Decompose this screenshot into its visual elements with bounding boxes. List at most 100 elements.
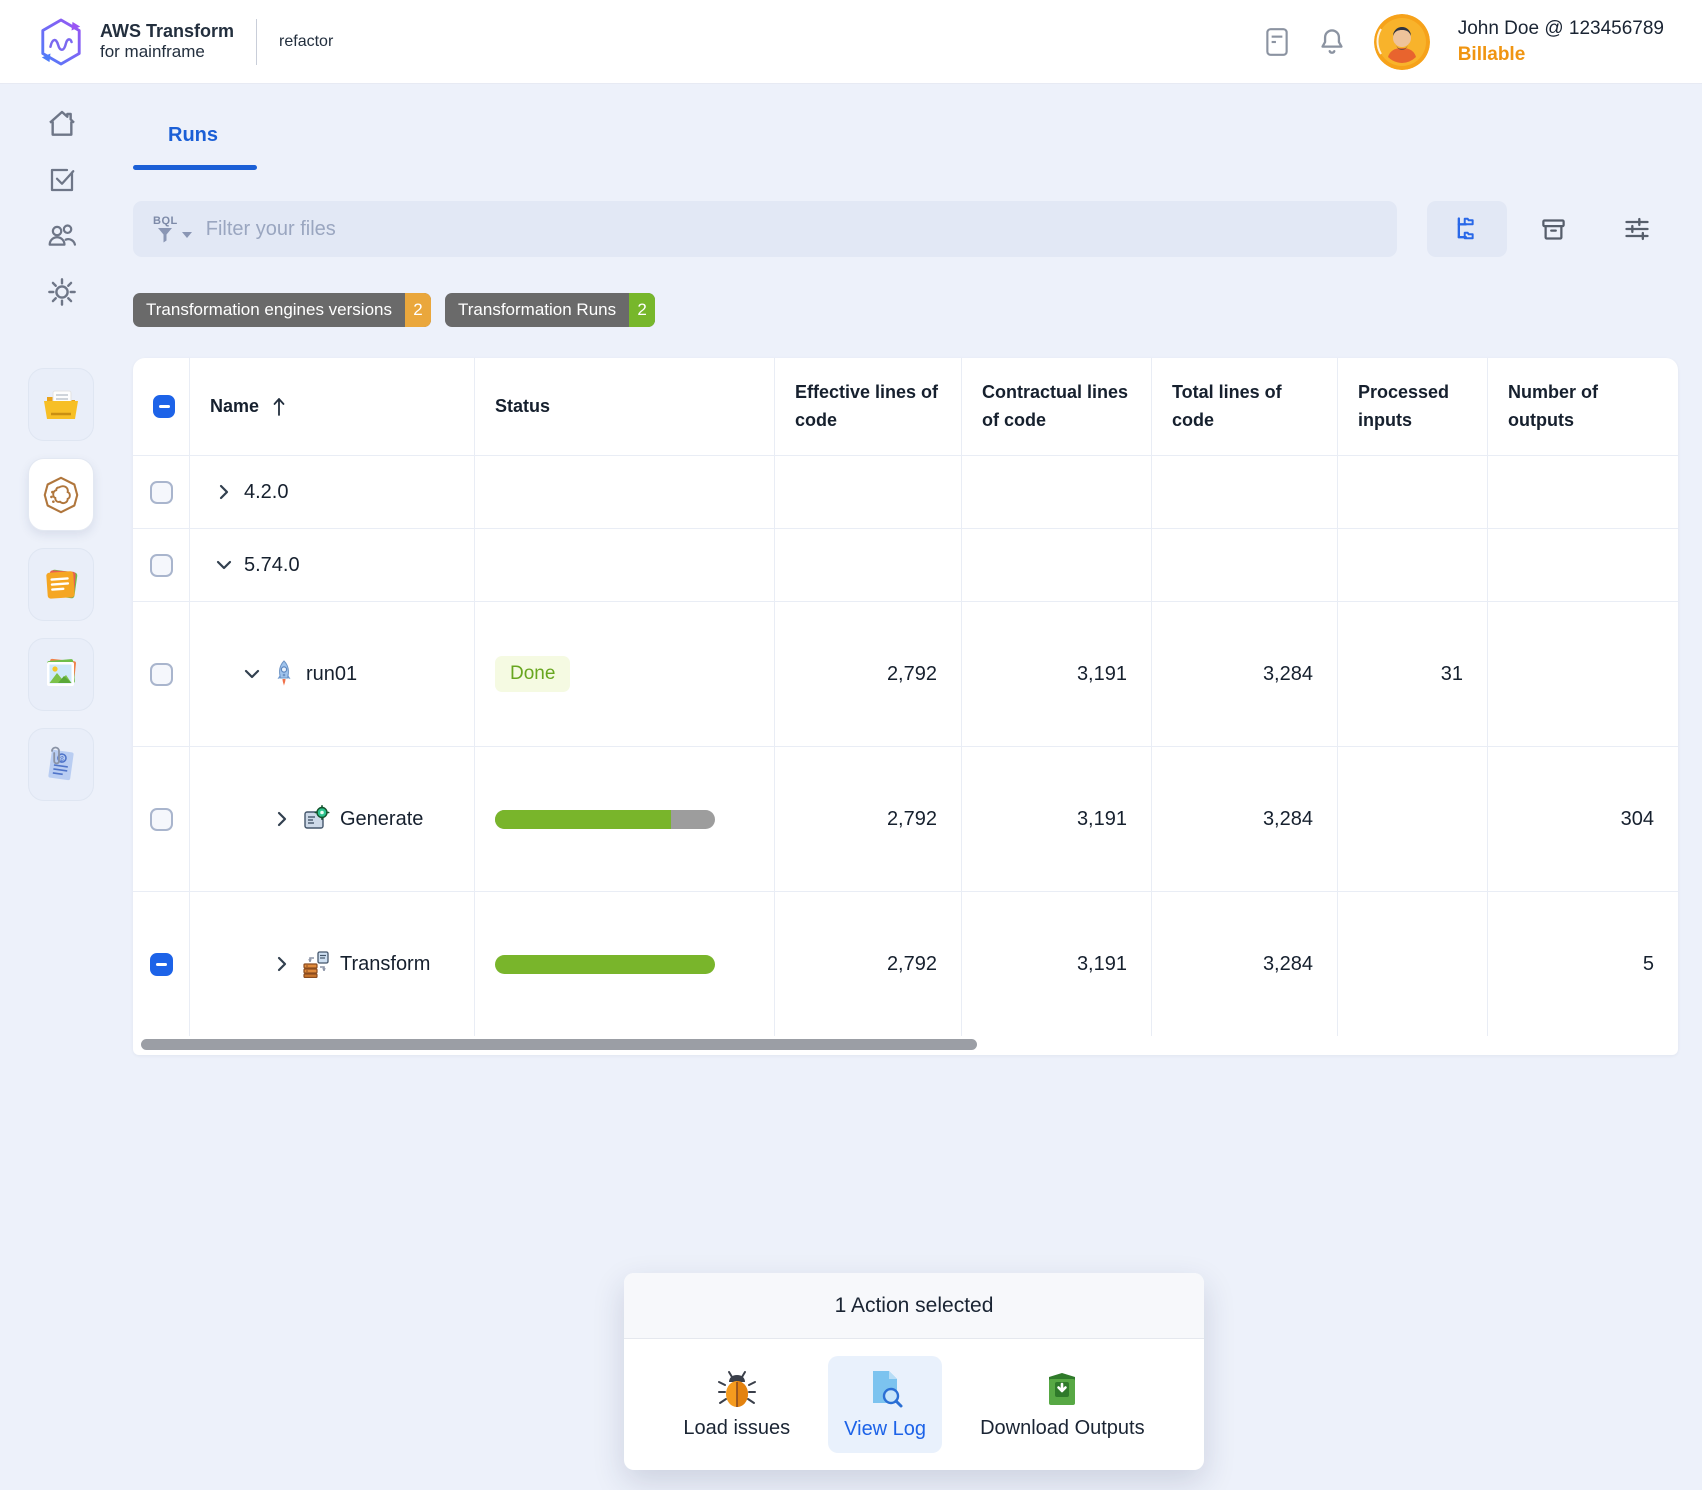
brand-text: AWS Transform for mainframe <box>100 21 234 63</box>
folder-icon <box>41 387 81 423</box>
horizontal-scrollbar[interactable] <box>141 1039 977 1050</box>
total-lines-value: 3,284 <box>1152 747 1338 891</box>
sort-ascending-icon[interactable] <box>271 397 287 417</box>
runs-table: Name Status Effective lines of code Cont… <box>133 358 1678 1055</box>
app-rail: $ <box>28 368 94 801</box>
brand-subtitle: for mainframe <box>100 42 234 62</box>
run-name[interactable]: run01 <box>306 663 357 686</box>
total-lines-value: 3,284 <box>1152 602 1338 746</box>
row-checkbox[interactable] <box>150 663 173 686</box>
chip-transformation-engines-versions[interactable]: Transformation engines versions 2 <box>133 293 431 327</box>
select-all-checkbox[interactable] <box>153 395 175 418</box>
column-header-processed[interactable]: Processed inputs <box>1338 358 1488 455</box>
tab-runs[interactable]: Runs <box>168 124 218 147</box>
notifications-bell-icon[interactable] <box>1318 27 1346 57</box>
row-checkbox-selected[interactable] <box>150 953 173 976</box>
generate-step-icon <box>302 805 330 833</box>
row-checkbox[interactable] <box>150 808 173 831</box>
documentation-icon[interactable] <box>1264 27 1290 57</box>
column-header-outputs[interactable]: Number of outputs <box>1488 358 1678 455</box>
chevron-down-icon[interactable] <box>242 664 262 684</box>
column-header-effective[interactable]: Effective lines of code <box>775 358 962 455</box>
row-checkbox[interactable] <box>150 481 173 504</box>
transform-progress-bar <box>495 955 715 974</box>
action-label: Load issues <box>683 1417 790 1440</box>
contractual-lines-value: 3,191 <box>962 892 1152 1036</box>
chevron-right-icon[interactable] <box>272 809 292 829</box>
effective-lines-value: 2,792 <box>775 747 962 891</box>
view-log-icon <box>865 1368 905 1410</box>
page: { "header": { "brand_title": "AWS Transf… <box>0 0 1702 1490</box>
step-name[interactable]: Generate <box>340 808 423 831</box>
table-row-run01: run01 Done 2,792 3,191 3,284 31 <box>133 601 1678 746</box>
row-checkbox[interactable] <box>150 554 173 577</box>
table-header-row: Name Status Effective lines of code Cont… <box>133 358 1678 455</box>
bug-icon <box>716 1369 758 1409</box>
sidebar-nav <box>0 84 124 308</box>
view-log-button[interactable]: View Log <box>828 1356 942 1453</box>
notes-stack-icon <box>41 566 81 604</box>
brand: AWS Transform for mainframe refactor <box>38 17 333 67</box>
users-icon[interactable] <box>46 220 78 252</box>
filter-settings-button[interactable] <box>1617 201 1657 257</box>
version-name[interactable]: 4.2.0 <box>244 481 288 504</box>
progress-fill <box>495 955 715 974</box>
app-notes-button[interactable] <box>28 548 94 621</box>
load-issues-button[interactable]: Load issues <box>667 1357 806 1452</box>
chip-count-badge: 2 <box>629 293 655 327</box>
hexagon-brain-icon <box>40 474 82 516</box>
app-gallery-button[interactable] <box>28 638 94 711</box>
user-name: John Doe @ 123456789 <box>1458 16 1664 42</box>
chevron-down-icon[interactable] <box>214 555 234 575</box>
archive-box-icon <box>1540 216 1567 243</box>
table-row-version-5740: 5.74.0 <box>133 528 1678 601</box>
settings-gear-icon[interactable] <box>46 276 78 308</box>
filter-input[interactable] <box>206 218 1377 241</box>
download-outputs-button[interactable]: Download Outputs <box>964 1357 1161 1452</box>
image-gallery-icon <box>41 656 81 694</box>
total-lines-value: 3,284 <box>1152 892 1338 1036</box>
tree-view-button[interactable] <box>1427 201 1507 257</box>
brand-title: AWS Transform <box>100 21 234 43</box>
funnel-icon <box>156 227 174 243</box>
user-block: John Doe @ 123456789 Billable <box>1458 16 1664 67</box>
transform-step-icon <box>302 950 330 978</box>
rocket-icon <box>272 660 296 688</box>
column-header-total[interactable]: Total lines of code <box>1152 358 1338 455</box>
column-header-contractual[interactable]: Contractual lines of code <box>962 358 1152 455</box>
sliders-icon <box>1623 215 1651 243</box>
processed-inputs-value <box>1338 747 1488 891</box>
app-files-folder-button[interactable] <box>28 368 94 441</box>
number-of-outputs-value: 304 <box>1488 747 1678 891</box>
chevron-down-icon <box>180 230 194 240</box>
processed-inputs-value <box>1338 892 1488 1036</box>
bql-filter-dropdown[interactable]: BQL <box>153 216 194 243</box>
app-transform-engine-button[interactable] <box>28 458 94 531</box>
app-billing-button[interactable]: $ <box>28 728 94 801</box>
action-label: Download Outputs <box>980 1417 1145 1440</box>
number-of-outputs-value: 5 <box>1488 892 1678 1036</box>
chip-label: Transformation Runs <box>445 293 629 327</box>
avatar[interactable] <box>1374 14 1430 70</box>
chip-transformation-runs[interactable]: Transformation Runs 2 <box>445 293 655 327</box>
step-name[interactable]: Transform <box>340 953 430 976</box>
chevron-right-icon[interactable] <box>272 954 292 974</box>
effective-lines-value: 2,792 <box>775 602 962 746</box>
chevron-right-icon[interactable] <box>214 482 234 502</box>
home-icon[interactable] <box>46 108 78 140</box>
action-panel-title: 1 Action selected <box>624 1273 1204 1339</box>
chip-label: Transformation engines versions <box>133 293 405 327</box>
invoice-icon: $ <box>42 745 80 785</box>
number-of-outputs-value <box>1488 602 1678 746</box>
action-panel-actions: Load issues View Log Download Outputs <box>624 1339 1204 1470</box>
progress-fill <box>495 810 671 829</box>
effective-lines-value: 2,792 <box>775 892 962 1036</box>
version-name[interactable]: 5.74.0 <box>244 554 300 577</box>
column-header-status[interactable]: Status <box>475 358 775 455</box>
tasks-check-icon[interactable] <box>46 164 78 196</box>
aws-transform-logo <box>38 17 84 67</box>
table-row-transform: Transform 2,792 3,191 3,284 5 <box>133 891 1678 1036</box>
archive-button[interactable] <box>1533 201 1573 257</box>
filter-chips: Transformation engines versions 2 Transf… <box>133 293 655 327</box>
column-header-name[interactable]: Name <box>210 393 259 421</box>
